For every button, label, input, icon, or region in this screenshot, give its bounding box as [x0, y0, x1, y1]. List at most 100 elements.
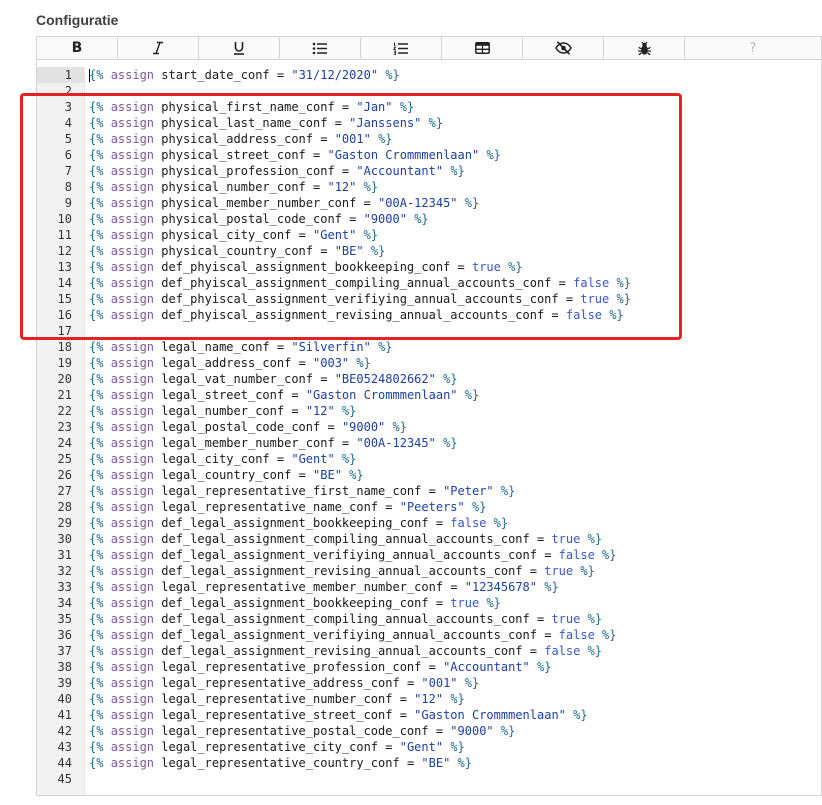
code-line[interactable]: {% assign def_legal_assignment_compiling… — [89, 531, 821, 547]
code-line[interactable]: {% assign physical_last_name_conf = "Jan… — [89, 115, 821, 131]
code-line[interactable]: {% assign def_phyiscal_assignment_bookke… — [89, 259, 821, 275]
code-line[interactable]: {% assign def_legal_assignment_verifiyin… — [89, 547, 821, 563]
code-line[interactable]: {% assign legal_representative_name_conf… — [89, 499, 821, 515]
line-number: 29 — [57, 516, 72, 530]
variable-name: legal_representative_name_conf — [161, 500, 379, 514]
liquid-tag-close: %} — [486, 596, 501, 610]
code-line[interactable]: {% assign def_phyiscal_assignment_compil… — [89, 275, 821, 291]
line-number: 36 — [57, 628, 72, 642]
code-line[interactable]: {% assign physical_city_conf = "Gent" %} — [89, 227, 821, 243]
code-line[interactable]: {% assign def_legal_assignment_revising_… — [89, 643, 821, 659]
line-number: 44 — [57, 756, 72, 770]
string-value: "Gent" — [399, 740, 444, 754]
liquid-tag-open: {% — [89, 372, 104, 386]
liquid-tag-close: %} — [341, 452, 357, 466]
code-line[interactable]: {% assign legal_representative_first_nam… — [89, 483, 821, 499]
variable-name: legal_vat_number_conf — [161, 372, 313, 386]
liquid-tag-close: %} — [616, 276, 631, 290]
code-line[interactable]: {% assign legal_member_number_conf = "00… — [89, 435, 821, 451]
code-line[interactable]: {% assign physical_profession_conf = "Ac… — [89, 163, 821, 179]
code-line[interactable]: {% assign def_legal_assignment_revising_… — [89, 563, 821, 579]
assign-keyword: assign — [110, 676, 155, 690]
code-line[interactable]: {% assign physical_first_name_conf = "Ja… — [89, 99, 821, 115]
code-line[interactable]: {% assign physical_street_conf = "Gaston… — [89, 147, 821, 163]
code-line[interactable]: {% assign legal_representative_city_conf… — [89, 739, 821, 755]
variable-name: legal_representative_city_conf — [161, 740, 379, 754]
assign-operator: = — [291, 404, 299, 418]
table-button[interactable] — [442, 37, 523, 59]
code-line[interactable]: {% assign physical_postal_code_conf = "9… — [89, 211, 821, 227]
code-line[interactable]: {% assign legal_representative_address_c… — [89, 675, 821, 691]
liquid-tag-open: {% — [89, 548, 104, 562]
line-number: 45 — [57, 772, 72, 786]
boolean-value: false — [544, 644, 581, 658]
bullet-list-button[interactable] — [280, 37, 361, 59]
code-line[interactable]: {% assign start_date_conf = "31/12/2020"… — [89, 67, 821, 83]
assign-operator: = — [544, 548, 552, 562]
preview-button[interactable] — [523, 37, 604, 59]
code-line[interactable]: {% assign def_legal_assignment_bookkeepi… — [89, 515, 821, 531]
string-value: "BE" — [334, 244, 364, 258]
italic-icon — [153, 41, 163, 55]
code-lines[interactable]: {% assign start_date_conf = "31/12/2020"… — [85, 67, 821, 795]
code-line[interactable]: {% assign legal_representative_street_co… — [89, 707, 821, 723]
code-line[interactable]: {% assign legal_postal_code_conf = "9000… — [89, 419, 821, 435]
code-line[interactable]: {% assign legal_address_conf = "003" %} — [89, 355, 821, 371]
code-editor[interactable]: B ? 1 2 3 4 5 6 7 8 9 10 11 12 13 14 15 16 17 18 19 20 21 22 2… — [36, 36, 822, 796]
assign-keyword: assign — [110, 484, 155, 498]
underline-button[interactable] — [199, 37, 280, 59]
code-line[interactable] — [89, 83, 821, 99]
code-area[interactable]: 1 2 3 4 5 6 7 8 9 10 11 12 13 14 15 16 17 18 19 20 21 22 23 24 2… — [37, 67, 821, 795]
line-number: 26 — [57, 468, 72, 482]
code-line[interactable]: {% assign legal_number_conf = "12" %} — [89, 403, 821, 419]
liquid-tag-open: {% — [89, 468, 104, 482]
line-number: 43 — [57, 740, 72, 754]
bold-button[interactable]: B — [37, 37, 118, 59]
code-line[interactable]: {% assign physical_number_conf = "12" %} — [89, 179, 821, 195]
assign-keyword: assign — [110, 596, 155, 610]
variable-name: legal_country_conf — [161, 468, 292, 482]
code-line[interactable]: {% assign legal_street_conf = "Gaston Cr… — [89, 387, 821, 403]
code-line[interactable]: {% assign physical_member_number_conf = … — [89, 195, 821, 211]
liquid-tag-close: %} — [493, 516, 509, 530]
code-line[interactable] — [89, 323, 821, 339]
code-line[interactable]: {% assign legal_city_conf = "Gent" %} — [89, 451, 821, 467]
help-button[interactable]: ? — [685, 37, 821, 59]
code-line[interactable]: {% assign def_legal_assignment_compiling… — [89, 611, 821, 627]
code-line[interactable]: {% assign legal_representative_professio… — [89, 659, 821, 675]
numbered-list-button[interactable] — [361, 37, 442, 59]
code-line[interactable]: {% assign def_phyiscal_assignment_revisi… — [89, 307, 821, 323]
bullet-list-icon — [312, 42, 327, 54]
string-value: "001" — [334, 132, 371, 146]
code-line[interactable]: {% assign physical_country_conf = "BE" %… — [89, 243, 821, 259]
assign-keyword: assign — [110, 564, 155, 578]
liquid-tag-open: {% — [89, 148, 104, 162]
assign-keyword: assign — [110, 340, 155, 354]
assign-keyword: assign — [110, 68, 155, 82]
code-line[interactable]: {% assign def_legal_assignment_verifiyin… — [89, 627, 821, 643]
code-line[interactable]: {% assign legal_name_conf = "Silverfin" … — [89, 339, 821, 355]
assign-operator: = — [298, 468, 306, 482]
liquid-tag-open: {% — [89, 692, 104, 706]
assign-keyword: assign — [110, 308, 155, 322]
liquid-tag-open: {% — [89, 516, 104, 530]
assign-keyword: assign — [110, 244, 155, 258]
debug-button[interactable] — [604, 37, 685, 59]
code-line[interactable]: {% assign def_legal_assignment_bookkeepi… — [89, 595, 821, 611]
italic-button[interactable] — [118, 37, 199, 59]
liquid-tag-open: {% — [89, 580, 104, 594]
code-line[interactable]: {% assign legal_representative_postal_co… — [89, 723, 821, 739]
code-line[interactable]: {% assign legal_country_conf = "BE" %} — [89, 467, 821, 483]
code-line[interactable]: {% assign legal_representative_country_c… — [89, 755, 821, 771]
code-line[interactable]: {% assign legal_representative_number_co… — [89, 691, 821, 707]
string-value: "BE" — [313, 468, 342, 482]
code-line[interactable] — [89, 771, 821, 787]
liquid-tag-close: %} — [587, 644, 603, 658]
code-line[interactable]: {% assign def_phyiscal_assignment_verifi… — [89, 291, 821, 307]
variable-name: legal_representative_postal_code_conf — [161, 724, 429, 738]
code-line[interactable]: {% assign physical_address_conf = "001" … — [89, 131, 821, 147]
liquid-tag-open: {% — [89, 260, 104, 274]
code-line[interactable]: {% assign legal_representative_member_nu… — [89, 579, 821, 595]
boolean-value: true — [580, 292, 610, 306]
code-line[interactable]: {% assign legal_vat_number_conf = "BE052… — [89, 371, 821, 387]
